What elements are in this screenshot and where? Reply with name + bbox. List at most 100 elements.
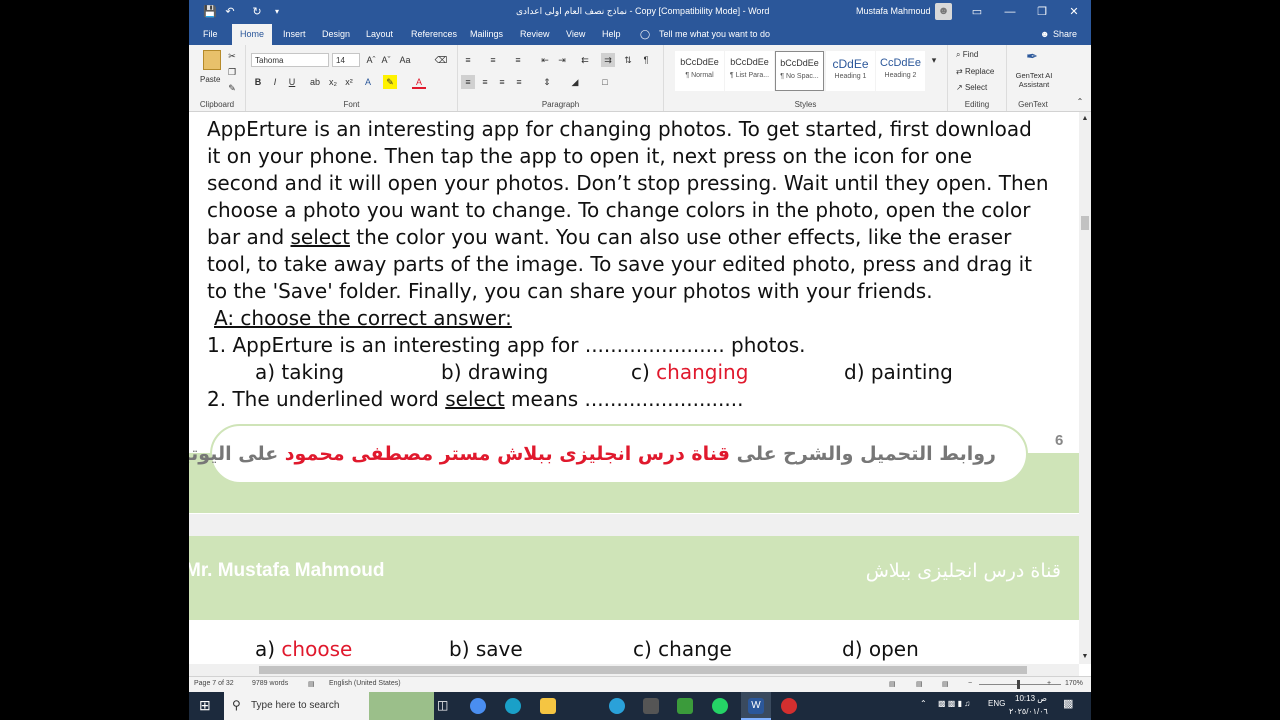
tab-file[interactable]: File bbox=[203, 29, 218, 39]
scroll-thumb[interactable] bbox=[1081, 216, 1089, 230]
windows-start-icon[interactable]: ⊞ bbox=[199, 698, 211, 712]
print-layout-icon[interactable]: ▤ bbox=[916, 680, 923, 688]
style-normal[interactable]: bCcDdEe ¶ Normal bbox=[675, 51, 724, 91]
hscroll-thumb[interactable] bbox=[259, 666, 1027, 674]
task-view-icon[interactable]: ◫ bbox=[437, 698, 448, 712]
clock-date[interactable]: ٢٠٢٥/٠١/٠٦ bbox=[1009, 707, 1048, 716]
gentext-button[interactable]: GenText AI Assistant bbox=[1011, 71, 1057, 89]
shading-icon[interactable]: ◢ bbox=[568, 75, 582, 89]
undo-icon[interactable]: ↶ bbox=[222, 4, 238, 20]
format-painter-icon[interactable]: ✎ bbox=[225, 81, 239, 95]
zoom-out-icon[interactable]: − bbox=[968, 680, 972, 687]
ltr-icon[interactable]: ⇉ bbox=[601, 53, 615, 67]
ribbon-display-icon[interactable]: ▭ bbox=[962, 0, 992, 24]
select-button[interactable]: ↗ Select bbox=[956, 83, 987, 92]
subscript-icon[interactable]: x₂ bbox=[326, 75, 340, 89]
tab-help[interactable]: Help bbox=[602, 29, 621, 39]
telegram-icon[interactable] bbox=[609, 698, 625, 714]
collapse-ribbon-icon[interactable]: ⌃ bbox=[1073, 95, 1087, 109]
style-heading-2[interactable]: CcDdEe Heading 2 bbox=[876, 51, 925, 91]
style-heading-1[interactable]: cDdEe Heading 1 bbox=[826, 51, 875, 91]
sort-icon[interactable]: ⇅ bbox=[621, 53, 635, 67]
font-size-combo[interactable]: 14 bbox=[332, 53, 360, 67]
tell-me-search[interactable]: Tell me what you want to do bbox=[659, 29, 770, 39]
gentext-icon[interactable]: ✒ bbox=[1025, 49, 1039, 63]
font-name-combo[interactable]: Tahoma bbox=[251, 53, 329, 67]
horizontal-scrollbar[interactable] bbox=[189, 664, 1079, 676]
tab-review[interactable]: Review bbox=[520, 29, 550, 39]
multilevel-list-icon[interactable]: ≡ bbox=[511, 53, 525, 67]
justify-icon[interactable]: ≡ bbox=[512, 75, 526, 89]
share-button[interactable]: Share bbox=[1053, 29, 1077, 39]
app-icon[interactable] bbox=[677, 698, 693, 714]
text-effects-icon[interactable]: A bbox=[361, 75, 375, 89]
cut-icon[interactable]: ✂ bbox=[225, 49, 239, 63]
tab-mailings[interactable]: Mailings bbox=[470, 29, 503, 39]
web-layout-icon[interactable]: ▤ bbox=[942, 680, 949, 688]
find-button[interactable]: ⌕ Find bbox=[956, 50, 978, 60]
customize-qa-icon[interactable]: ▾ bbox=[269, 4, 285, 20]
align-center-icon[interactable]: ≡ bbox=[478, 75, 492, 89]
copilot-icon[interactable] bbox=[470, 698, 486, 714]
numbering-icon[interactable]: ≡ bbox=[486, 53, 500, 67]
copy-icon[interactable]: ❐ bbox=[225, 65, 239, 79]
align-right-icon[interactable]: ≡ bbox=[495, 75, 509, 89]
line-spacing-icon[interactable]: ⇕ bbox=[540, 75, 554, 89]
replace-button[interactable]: ⇄ Replace bbox=[956, 67, 994, 76]
tab-layout[interactable]: Layout bbox=[366, 29, 393, 39]
paste-icon[interactable] bbox=[203, 50, 221, 70]
word-count[interactable]: 9789 words bbox=[252, 680, 288, 687]
rtl-icon[interactable]: ⇇ bbox=[578, 53, 592, 67]
bullets-icon[interactable]: ≡ bbox=[461, 53, 475, 67]
scroll-down-icon[interactable]: ▼ bbox=[1078, 650, 1091, 664]
show-marks-icon[interactable]: ¶ bbox=[639, 53, 653, 67]
restore-button[interactable]: ❐ bbox=[1027, 0, 1057, 24]
styles-scroll-icon[interactable]: ▾ bbox=[927, 53, 941, 67]
decrease-indent-icon[interactable]: ⇤ bbox=[538, 53, 552, 67]
zoom-slider-thumb[interactable] bbox=[1017, 680, 1020, 689]
font-color-icon[interactable]: A bbox=[412, 75, 426, 89]
whatsapp-icon[interactable] bbox=[712, 698, 728, 714]
shrink-font-icon[interactable]: Aˇ bbox=[379, 53, 393, 67]
tab-design[interactable]: Design bbox=[322, 29, 350, 39]
increase-indent-icon[interactable]: ⇥ bbox=[555, 53, 569, 67]
notifications-icon[interactable]: ▩ bbox=[1063, 697, 1073, 710]
share-icon[interactable]: ☻ bbox=[1040, 29, 1049, 39]
proofing-icon[interactable]: ▤ bbox=[308, 680, 315, 688]
clear-format-icon[interactable]: ⌫ bbox=[434, 53, 448, 67]
clock-time[interactable]: 10:13 ص bbox=[1015, 694, 1047, 703]
close-button[interactable]: ✕ bbox=[1059, 0, 1089, 24]
tab-view[interactable]: View bbox=[566, 29, 585, 39]
avatar[interactable]: ☻ bbox=[935, 3, 952, 20]
highlight-icon[interactable]: ✎ bbox=[383, 75, 397, 89]
input-language[interactable]: ENG bbox=[988, 699, 1005, 708]
file-explorer-icon[interactable] bbox=[540, 698, 556, 714]
user-name[interactable]: Mustafa Mahmoud bbox=[856, 6, 931, 16]
word-taskbar-button[interactable]: W bbox=[741, 692, 771, 720]
read-mode-icon[interactable]: ▤ bbox=[889, 680, 896, 688]
style-list-paragraph[interactable]: bCcDdEe ¶ List Para... bbox=[725, 51, 774, 91]
recorder-icon[interactable] bbox=[781, 698, 797, 714]
superscript-icon[interactable]: x² bbox=[342, 75, 356, 89]
save-icon[interactable]: 💾 bbox=[202, 4, 218, 20]
zoom-level[interactable]: 170% bbox=[1065, 680, 1083, 687]
grow-font-icon[interactable]: Aˆ bbox=[364, 53, 378, 67]
taskbar-search[interactable]: ⚲ Type here to search bbox=[224, 692, 434, 720]
tab-home[interactable]: Home bbox=[232, 24, 273, 45]
minimize-button[interactable]: — bbox=[995, 0, 1025, 24]
language[interactable]: English (United States) bbox=[329, 680, 401, 687]
redo-icon[interactable]: ↻ bbox=[249, 4, 265, 20]
align-left-icon[interactable]: ≡ bbox=[461, 75, 475, 89]
page-count[interactable]: Page 7 of 32 bbox=[194, 680, 234, 687]
change-case-icon[interactable]: Aa bbox=[398, 53, 412, 67]
strikethrough-icon[interactable]: ab bbox=[308, 75, 322, 89]
borders-icon[interactable]: □ bbox=[598, 75, 612, 89]
edge-icon[interactable] bbox=[505, 698, 521, 714]
scroll-up-icon[interactable]: ▲ bbox=[1078, 112, 1091, 126]
paste-label[interactable]: Paste bbox=[200, 75, 220, 84]
style-no-spacing[interactable]: bCcDdEe ¶ No Spac... bbox=[775, 51, 824, 91]
document-area[interactable]: AppErture is an interesting app for chan… bbox=[189, 112, 1079, 664]
bold-icon[interactable]: B bbox=[251, 75, 265, 89]
tray-arrow-icon[interactable]: ⌃ bbox=[920, 699, 927, 708]
tab-references[interactable]: References bbox=[411, 29, 457, 39]
